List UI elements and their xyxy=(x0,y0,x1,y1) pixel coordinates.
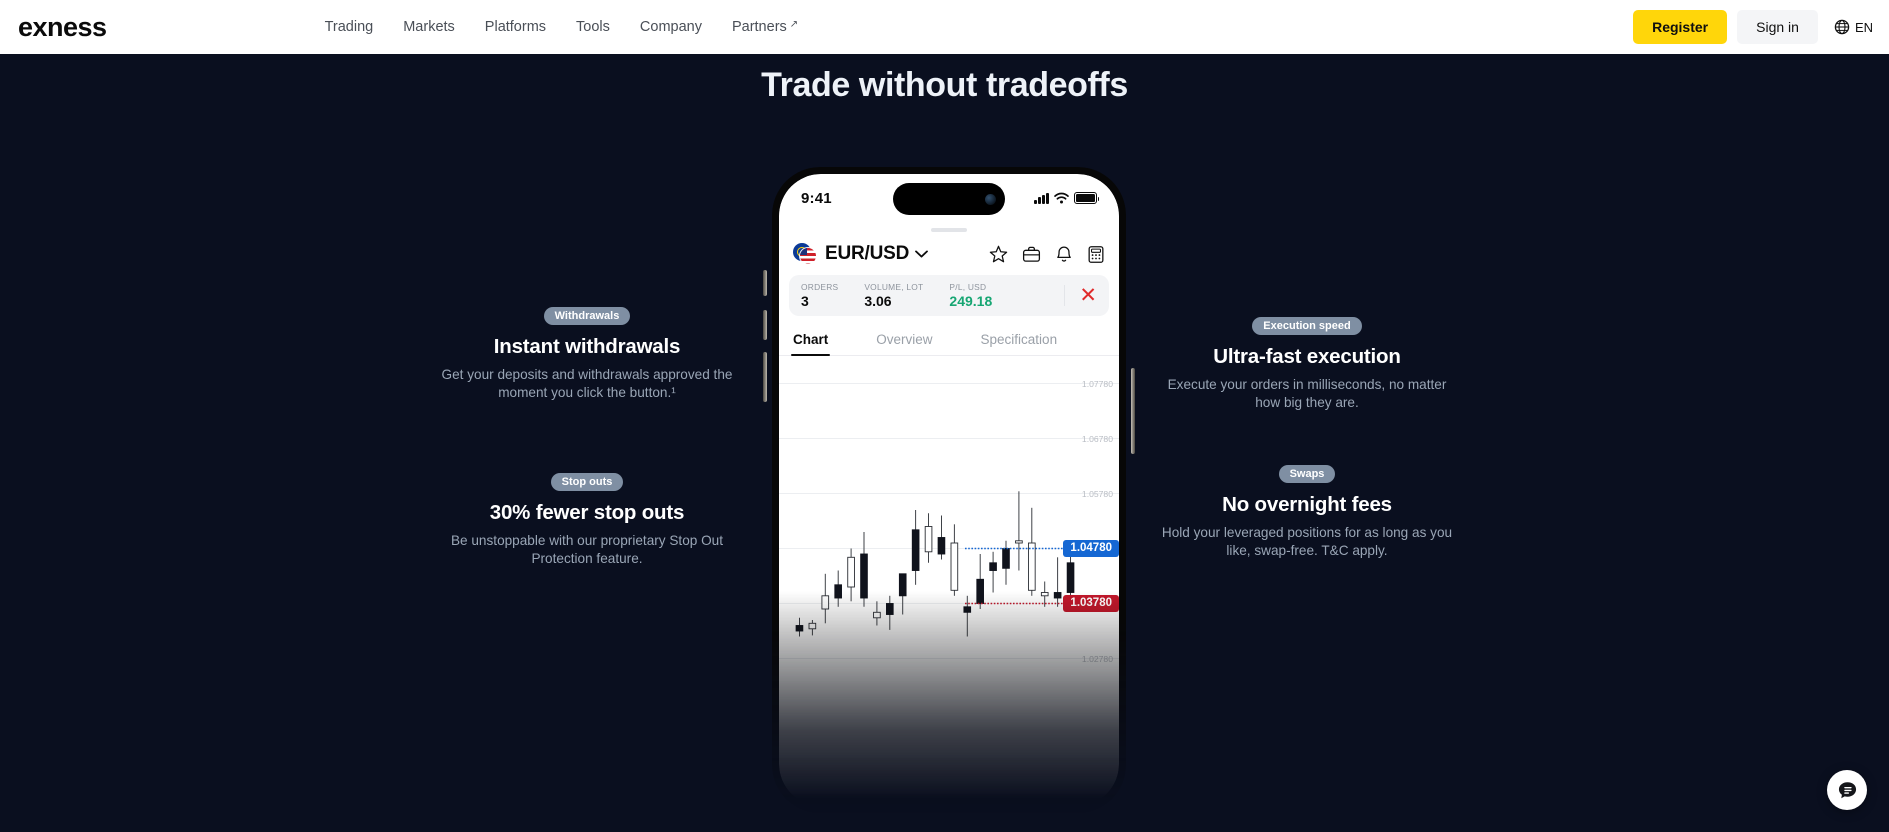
external-link-icon: ↗ xyxy=(789,18,799,30)
stat-volume: VOLUME, LOT 3.06 xyxy=(864,282,923,309)
chart-candles xyxy=(795,491,1075,637)
register-button[interactable]: Register xyxy=(1633,10,1728,44)
svg-text:1.06780: 1.06780 xyxy=(1082,434,1113,444)
feature-title: 30% fewer stop outs xyxy=(489,501,685,524)
status-indicators xyxy=(1034,192,1100,204)
stat-label: ORDERS xyxy=(801,282,839,292)
feature-ultra-fast-execution: Execution speed Ultra-fast execution Exe… xyxy=(1157,316,1457,412)
instrument-header: EUR/USD xyxy=(779,240,1119,275)
positions-summary-bar: ORDERS 3 VOLUME, LOT 3.06 P/L, USD 249.1… xyxy=(789,275,1109,316)
nav-item-tools[interactable]: Tools xyxy=(576,19,610,35)
feature-badge: Withdrawals xyxy=(543,307,631,325)
sign-in-button[interactable]: Sign in xyxy=(1737,10,1818,44)
bell-icon[interactable] xyxy=(1055,245,1073,264)
nav-label: Partners xyxy=(731,19,787,35)
feature-badge: Execution speed xyxy=(1252,317,1362,335)
chat-bubble-icon xyxy=(1838,781,1856,798)
feature-description: Execute your orders in milliseconds, no … xyxy=(1167,377,1447,410)
feature-no-overnight-fees: Swaps No overnight fees Hold your levera… xyxy=(1157,464,1457,560)
briefcase-icon[interactable] xyxy=(1022,245,1041,264)
nav-item-platforms[interactable]: Platforms xyxy=(485,19,546,35)
main-navigation: Trading Markets Platforms Tools Company … xyxy=(325,18,799,36)
star-icon[interactable] xyxy=(989,245,1008,264)
svg-text:1.07780: 1.07780 xyxy=(1082,379,1113,389)
site-header: exness Trading Markets Platforms Tools C… xyxy=(0,0,1889,54)
front-camera-icon xyxy=(985,193,996,205)
phone-volume-down-button xyxy=(763,352,767,402)
feature-badge: Stop outs xyxy=(550,473,624,491)
phone-volume-up-button xyxy=(763,310,767,340)
close-all-positions-icon[interactable]: ✕ xyxy=(1064,285,1097,306)
stat-value: 249.18 xyxy=(949,293,993,309)
nav-label: Trading xyxy=(324,19,374,35)
price-chart[interactable]: 1.07780 1.06780 1.05780 1.02780 1.04780 1.0… xyxy=(779,356,1119,686)
instrument-tabs: Chart Overview Specification xyxy=(779,327,1119,356)
nav-label: Tools xyxy=(576,19,610,35)
flag-pair-icon xyxy=(793,243,817,265)
tab-chart[interactable]: Chart xyxy=(790,327,831,356)
nav-label: Platforms xyxy=(484,19,547,35)
sheet-grabber[interactable] xyxy=(931,228,967,232)
tab-specification[interactable]: Specification xyxy=(981,327,1058,355)
feature-description: Hold your leveraged positions for as lon… xyxy=(1161,525,1453,558)
instrument-name[interactable]: EUR/USD xyxy=(825,243,909,265)
stat-orders: ORDERS 3 xyxy=(801,282,838,309)
calculator-icon[interactable] xyxy=(1087,245,1105,264)
instrument-actions xyxy=(989,245,1105,264)
page-title: Trade without tradeoffs xyxy=(761,66,1128,104)
feature-instant-withdrawals: Withdrawals Instant withdrawals Get your… xyxy=(437,306,737,402)
stat-value: 3.06 xyxy=(864,293,892,309)
svg-text:1.05780: 1.05780 xyxy=(1082,489,1113,499)
phone-screen: 9:41 EUR/USD ORDERS 3 VOLUME, LOT 3.06 P… xyxy=(779,174,1119,806)
nav-label: Company xyxy=(639,19,702,35)
language-label: EN xyxy=(1854,19,1873,35)
feature-title: Instant withdrawals xyxy=(493,335,681,358)
nav-item-trading[interactable]: Trading xyxy=(325,19,374,35)
feature-description: Get your deposits and withdrawals approv… xyxy=(441,367,733,400)
feature-title: Ultra-fast execution xyxy=(1213,345,1401,368)
phone-status-bar: 9:41 xyxy=(779,174,1119,222)
candlestick-chart-svg: 1.07780 1.06780 1.05780 1.02780 xyxy=(779,379,1119,664)
feature-fewer-stop-outs: Stop outs 30% fewer stop outs Be unstopp… xyxy=(437,472,737,568)
chart-axis-labels: 1.07780 1.06780 1.05780 1.02780 xyxy=(1082,379,1113,664)
stat-profit-loss: P/L, USD 249.18 xyxy=(949,282,992,309)
stat-value: 3 xyxy=(801,293,809,309)
feature-badge: Swaps xyxy=(1278,465,1336,483)
trading-app-sheet: EUR/USD ORDERS 3 VOLUME, LOT 3.06 P/L, U… xyxy=(779,222,1119,686)
phone-power-button xyxy=(1131,368,1135,454)
phone-action-button xyxy=(763,270,767,296)
status-time: 9:41 xyxy=(801,189,832,207)
tab-overview[interactable]: Overview xyxy=(876,327,932,355)
phone-mockup: 9:41 EUR/USD ORDERS 3 VOLUME, LOT 3.06 P… xyxy=(763,160,1135,820)
dynamic-island xyxy=(893,183,1005,215)
ask-price-badge: 1.04780 xyxy=(1063,539,1119,557)
language-selector[interactable]: EN xyxy=(1834,19,1873,35)
nav-item-company[interactable]: Company xyxy=(640,19,702,35)
signal-bars-icon xyxy=(1034,192,1049,204)
chevron-down-icon[interactable] xyxy=(915,250,929,258)
wifi-icon xyxy=(1054,192,1069,204)
exness-logo[interactable]: exness xyxy=(18,12,107,43)
battery-icon xyxy=(1074,192,1100,204)
globe-icon xyxy=(1834,19,1850,35)
nav-label: Markets xyxy=(403,19,455,35)
us-flag-icon xyxy=(800,248,816,264)
nav-item-partners[interactable]: Partners ↗ xyxy=(731,18,799,36)
bid-price-badge: 1.03780 xyxy=(1063,594,1119,612)
chat-support-button[interactable] xyxy=(1827,770,1867,810)
svg-text:1.02780: 1.02780 xyxy=(1082,654,1113,664)
feature-description: Be unstoppable with our proprietary Stop… xyxy=(450,533,724,566)
chart-gridlines xyxy=(779,383,1119,659)
feature-title: No overnight fees xyxy=(1222,493,1392,516)
header-actions: Register Sign in EN xyxy=(1633,10,1873,44)
hero-section: Trade without tradeoffs Withdrawals Inst… xyxy=(0,54,1889,832)
nav-item-markets[interactable]: Markets xyxy=(403,19,455,35)
stat-label: VOLUME, LOT xyxy=(864,282,924,292)
stat-label: P/L, USD xyxy=(949,282,987,292)
